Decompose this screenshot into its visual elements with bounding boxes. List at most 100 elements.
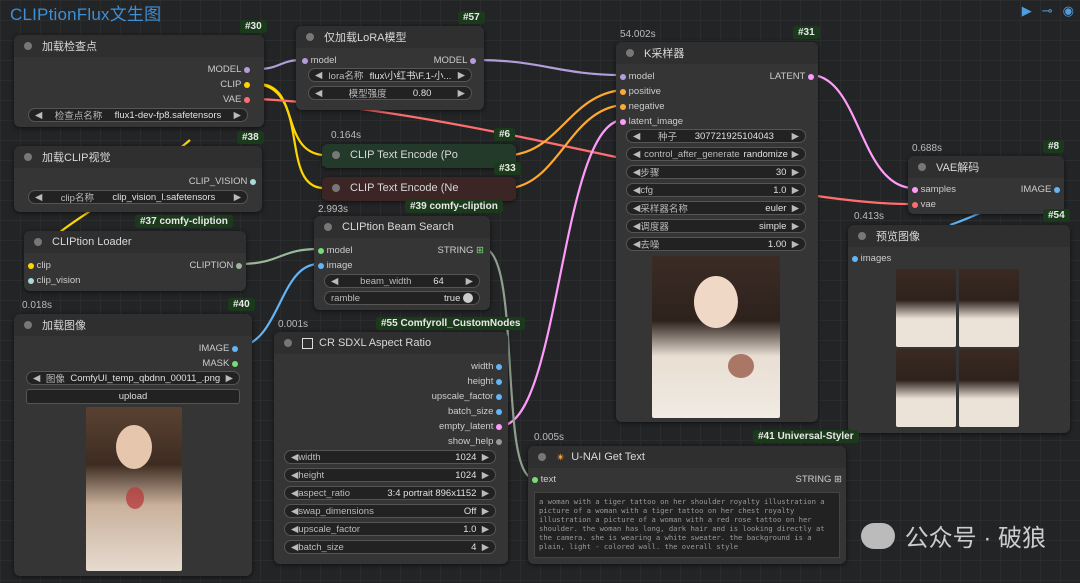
input-vae[interactable]: vae — [912, 199, 936, 210]
upscale-factor-stepper[interactable]: ◀ upscale_factor 1.0 ▶ — [284, 522, 496, 536]
node-id-badge: #31 — [793, 26, 820, 39]
node-header[interactable]: VAE解码 — [908, 156, 1064, 178]
cliption-beam-search-node[interactable]: CLIPtion Beam Search model image STRING … — [314, 216, 490, 310]
output-clip[interactable]: CLIP — [220, 79, 250, 90]
output-batch-size[interactable]: batch_size — [448, 406, 502, 417]
exec-time: 0.688s — [912, 143, 943, 154]
exec-time: 0.164s — [331, 130, 362, 141]
control-after-generate-select[interactable]: ◀ control_after_generate randomize ▶ — [626, 147, 806, 161]
scheduler-select[interactable]: ◀ 调度器 simple ▶ — [626, 219, 806, 233]
node-header[interactable]: 仅加载LoRA模型 — [296, 26, 484, 48]
ramble-toggle[interactable]: ramble true — [324, 291, 480, 305]
vae-decode-node[interactable]: VAE解码 samples vae IMAGE — [908, 156, 1064, 214]
checkbox-icon — [302, 337, 313, 349]
input-positive[interactable]: positive — [620, 86, 661, 97]
node-header[interactable]: CLIP Text Encode (Po — [322, 144, 516, 166]
preview-thumb-1[interactable] — [896, 269, 956, 347]
input-latent-image[interactable]: latent_image — [620, 116, 683, 127]
collapse-dot-icon[interactable] — [306, 33, 314, 41]
batch-size-stepper[interactable]: ◀ batch_size 4 ▶ — [284, 540, 496, 554]
output-image[interactable]: IMAGE — [199, 343, 238, 354]
lora-name-select[interactable]: ◀ lora名称 flux\小红书\F.1-小... ▶ — [308, 68, 472, 82]
clip-name-select[interactable]: ◀ clip名称 clip_vision_l.safetensors ▶ — [28, 190, 248, 204]
node-header[interactable]: CR SDXL Aspect Ratio — [274, 332, 508, 354]
node-header[interactable]: CLIP Text Encode (Ne — [322, 177, 516, 199]
node-header[interactable]: CLIPtion Beam Search — [314, 216, 490, 238]
preview-thumb-3[interactable] — [896, 349, 956, 427]
output-latent[interactable]: LATENT — [770, 71, 814, 82]
preview-thumb-2[interactable] — [959, 269, 1019, 347]
sdxl-aspect-ratio-node[interactable]: CR SDXL Aspect Ratio width height upscal… — [274, 332, 508, 564]
grid-icon: ⊞ — [834, 474, 842, 485]
preview-thumb-4[interactable] — [959, 349, 1019, 427]
checkpoint-select[interactable]: ◀ 检查点名称 flux1-dev-fp8.safetensors ▶ — [28, 108, 248, 122]
toggle-knob-icon — [463, 292, 473, 303]
output-mask[interactable]: MASK — [202, 358, 238, 369]
watermark: 公众号 · 破狼 — [860, 518, 1046, 553]
exec-time: 0.005s — [534, 432, 565, 443]
output-image[interactable]: IMAGE — [1021, 184, 1060, 195]
clip-vision-loader-node[interactable]: 加载CLIP视觉 CLIP_VISION ◀ clip名称 clip_vision_… — [14, 146, 262, 212]
output-width[interactable]: width — [471, 361, 502, 372]
output-string[interactable]: STRING ⊞ — [438, 245, 485, 256]
input-model[interactable]: model — [318, 245, 353, 256]
input-samples[interactable]: samples — [912, 184, 956, 195]
swap-dimensions-select[interactable]: ◀ swap_dimensions Off ▶ — [284, 504, 496, 518]
node-title: 加载检查点 — [42, 41, 97, 53]
clip-text-encode-positive-node[interactable]: CLIP Text Encode (Po — [322, 144, 516, 168]
collapse-dot-icon[interactable] — [24, 42, 32, 50]
model-strength-stepper[interactable]: ◀ 模型强度 0.80 ▶ — [308, 86, 472, 100]
node-header[interactable]: K采样器 — [616, 42, 818, 64]
input-model[interactable]: model — [302, 55, 337, 66]
output-model[interactable]: MODEL — [434, 55, 476, 66]
input-negative[interactable]: negative — [620, 101, 665, 112]
output-model[interactable]: MODEL — [208, 64, 250, 75]
sampler-preview-image — [652, 256, 780, 418]
upload-button[interactable]: upload — [26, 389, 240, 404]
input-text[interactable]: text — [532, 474, 556, 485]
beam-width-stepper[interactable]: ◀ beam_width 64 ▶ — [324, 274, 480, 288]
node-id-badge: #39 comfy-cliption — [405, 200, 503, 213]
load-image-node[interactable]: 加载图像 IMAGE MASK ◀ 图像 ComfyUI_temp_qbdnn_00… — [14, 314, 252, 576]
get-text-node[interactable]: ✴ U-NAI Get Text text STRING ⊞ a woman wi… — [528, 446, 846, 564]
output-empty-latent[interactable]: empty_latent — [439, 421, 502, 432]
input-image[interactable]: image — [318, 260, 353, 271]
output-clip-vision[interactable]: CLIP_VISION — [189, 176, 256, 187]
lora-loader-node[interactable]: 仅加载LoRA模型 model MODEL ◀ lora名称 flux\小红书\F.… — [296, 26, 484, 110]
output-show-help[interactable]: show_help — [448, 436, 502, 447]
sampler-name-select[interactable]: ◀ 采样器名称 euler ▶ — [626, 201, 806, 215]
cliption-loader-node[interactable]: CLIPtion Loader clip clip_vision CLIPTIO… — [24, 231, 246, 291]
node-id-badge: #6 — [494, 128, 516, 141]
input-images[interactable]: images — [852, 253, 891, 264]
image-select[interactable]: ◀ 图像 ComfyUI_temp_qbdnn_00011_.png ▶ — [26, 371, 240, 385]
aspect-ratio-select[interactable]: ◀ aspect_ratio 3:4 portrait 896x1152 ▶ — [284, 486, 496, 500]
input-clip[interactable]: clip — [28, 260, 51, 271]
clip-text-encode-negative-node[interactable]: CLIP Text Encode (Ne — [322, 177, 516, 201]
text-output-area[interactable]: a woman with a tiger tattoo on her shoul… — [534, 492, 840, 558]
ksampler-node[interactable]: K采样器 model positive negative latent_imag… — [616, 42, 818, 422]
output-string[interactable]: STRING ⊞ — [796, 474, 843, 485]
node-header[interactable]: 加载检查点 — [14, 35, 264, 57]
left-arrow-icon[interactable]: ◀ — [35, 110, 42, 121]
output-upscale-factor[interactable]: upscale_factor — [432, 391, 502, 402]
output-vae[interactable]: VAE — [223, 94, 250, 105]
steps-stepper[interactable]: ◀ 步骤 30 ▶ — [626, 165, 806, 179]
node-header[interactable]: CLIPtion Loader — [24, 231, 246, 253]
node-header[interactable]: ✴ U-NAI Get Text — [528, 446, 846, 468]
input-model[interactable]: model — [620, 71, 655, 82]
width-stepper[interactable]: ◀ width 1024 ▶ — [284, 450, 496, 464]
node-header[interactable]: 加载CLIP视觉 — [14, 146, 262, 168]
input-clip-vision[interactable]: clip_vision — [28, 275, 80, 286]
node-header[interactable]: 预览图像 — [848, 225, 1070, 247]
preview-image-node[interactable]: 预览图像 images — [848, 225, 1070, 433]
denoise-stepper[interactable]: ◀ 去噪 1.00 ▶ — [626, 237, 806, 251]
height-stepper[interactable]: ◀ height 1024 ▶ — [284, 468, 496, 482]
node-id-badge: #55 Comfyroll_CustomNodes — [376, 317, 526, 330]
right-arrow-icon[interactable]: ▶ — [234, 110, 241, 121]
checkpoint-loader-node[interactable]: 加载检查点 MODEL CLIP VAE ◀ 检查点名称 flux1-dev-fp8… — [14, 35, 264, 127]
output-height[interactable]: height — [467, 376, 502, 387]
seed-stepper[interactable]: ◀ 种子 307721925104043 ▶ — [626, 129, 806, 143]
cfg-stepper[interactable]: ◀ cfg 1.0 ▶ — [626, 183, 806, 197]
node-header[interactable]: 加载图像 — [14, 314, 252, 336]
output-cliption[interactable]: CLIPTION — [190, 260, 242, 271]
